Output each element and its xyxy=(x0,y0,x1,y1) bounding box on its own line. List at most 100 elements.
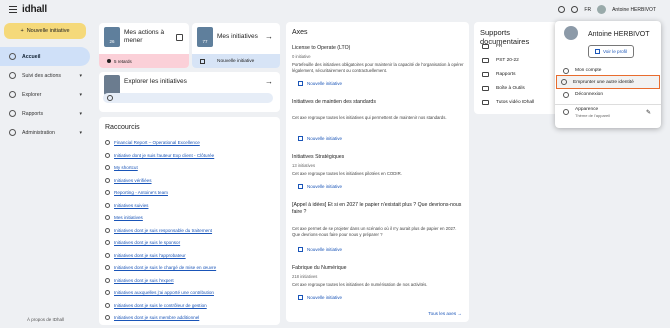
shortcut-link[interactable]: Reporting - Antoine's team xyxy=(105,190,168,195)
support-label: Boîte à Outils xyxy=(496,86,525,91)
axe-count: 0 initiative xyxy=(292,54,311,59)
explore-image xyxy=(104,75,120,95)
about-link[interactable]: À propos de IDhall xyxy=(27,317,64,322)
shortcut-link[interactable]: Initiatives dont je suis l'expert xyxy=(105,277,174,283)
shortcut-link[interactable]: Initiatives dont je suis le contrôleur d… xyxy=(105,302,207,308)
arrow-right-icon[interactable]: → xyxy=(265,32,273,41)
late-actions-footer[interactable]: 5 retards xyxy=(99,54,189,68)
actions-title: Mes actions à mener xyxy=(124,29,165,44)
globe-icon[interactable] xyxy=(571,6,579,13)
shortcut-icon xyxy=(105,315,110,320)
actions-counter: 26 xyxy=(104,27,120,47)
shortcut-label: Initiatives dont je suis l'expert xyxy=(114,277,174,283)
sidebar-item-explorer[interactable]: Explorer ▾ xyxy=(0,85,90,104)
chevron-down-icon: ▾ xyxy=(79,91,82,98)
shortcut-icon xyxy=(105,252,110,258)
support-folder-item[interactable]: Rapports xyxy=(482,72,515,77)
support-folder-item[interactable]: Tutos vidéo IDhall xyxy=(482,100,534,105)
shortcut-link[interactable]: Initiatives dont je suis membre addition… xyxy=(105,315,199,320)
document-icon xyxy=(298,136,303,141)
logout-item[interactable]: Déconnexion xyxy=(559,88,657,101)
support-folder-item[interactable]: FR xyxy=(482,44,502,49)
shortcuts-card: Raccourcis Financial Report – Operationa… xyxy=(99,117,280,325)
document-icon xyxy=(200,58,205,64)
sidebar-item-label: Suivi des actions xyxy=(22,72,61,79)
user-avatar[interactable] xyxy=(597,5,607,14)
appearance-text: Apparence Thème de l'appareil xyxy=(575,107,610,118)
sidebar-item-accueil[interactable]: Accueil xyxy=(0,47,90,66)
all-axes-link[interactable]: Tous les axes → xyxy=(428,311,462,316)
sidebar: + Nouvelle initiative Accueil Suivi des … xyxy=(0,20,94,328)
axe-description: Cet axe regroupe toutes les initiatives … xyxy=(292,115,447,120)
appearance-sublabel: Thème de l'appareil xyxy=(575,113,611,118)
axe-count: 13 initiatives xyxy=(292,163,316,168)
shortcut-icon xyxy=(105,140,110,145)
compass-icon xyxy=(9,91,16,98)
swap-user-icon xyxy=(561,79,567,85)
new-initiative-link[interactable]: Nouvelle initiative xyxy=(298,81,342,86)
menu-icon[interactable] xyxy=(9,6,17,13)
axe-title[interactable]: License to Operate (LTO) xyxy=(292,45,462,52)
shortcut-link[interactable]: Initiatives vérifiées xyxy=(105,177,152,183)
axe-title[interactable]: Initiatives Stratégiques xyxy=(292,154,462,161)
appearance-item[interactable]: Apparence Thème de l'appareil ✎ xyxy=(559,107,657,123)
axes-title: Axes xyxy=(292,29,308,36)
sidebar-item-administration[interactable]: Administration ▾ xyxy=(0,123,90,142)
shortcut-link[interactable]: Initiatives auxquelles j'ai apporté une … xyxy=(105,290,214,295)
shortcut-link[interactable]: Initiatives dont je suis l'approbateur xyxy=(105,252,186,258)
sidebar-item-rapports[interactable]: Rapports ▾ xyxy=(0,104,90,123)
app-logo[interactable]: idhall xyxy=(22,4,47,15)
shortcut-icon xyxy=(105,202,110,208)
user-menu-popup: Antoine HERBIVOT Voir le profil Mon comp… xyxy=(555,21,661,128)
sidebar-item-label: Rapports xyxy=(22,110,44,117)
shortcut-link[interactable]: Initiatives suivies xyxy=(105,202,148,208)
shortcut-link[interactable]: Initiatives dont je suis le chargé de mi… xyxy=(105,265,216,270)
shortcut-link[interactable]: My shortcut xyxy=(105,165,138,170)
report-icon xyxy=(9,110,16,117)
power-icon xyxy=(563,91,569,98)
search-input[interactable] xyxy=(103,93,273,103)
shortcut-link[interactable]: Initiative dont je suis l'auteur Exp cli… xyxy=(105,152,214,158)
support-folder-item[interactable]: PST 20-22 xyxy=(482,58,519,63)
support-folder-item[interactable]: Boîte à Outils xyxy=(482,86,525,91)
user-avatar xyxy=(564,26,578,40)
search-icon[interactable] xyxy=(558,6,566,13)
impersonate-item[interactable]: Emprunter une autre identité xyxy=(556,75,660,89)
user-name[interactable]: Antoine HERBIVOT xyxy=(612,7,656,13)
shortcut-link[interactable]: Financial Report – Operational Excellenc… xyxy=(105,140,200,145)
sidebar-item-label: Explorer xyxy=(22,91,42,98)
axe-title[interactable]: Initiatives de maintien des standards xyxy=(292,99,462,106)
new-initiative-link[interactable]: Nouvelle initiative xyxy=(298,184,342,189)
shortcut-label: Initiatives dont je suis le contrôleur d… xyxy=(114,302,207,308)
link-label: Nouvelle initiative xyxy=(307,247,343,252)
shortcut-link[interactable]: Initiatives dont je suis responsable du … xyxy=(105,227,212,233)
new-initiative-footer[interactable]: Nouvelle initiative xyxy=(192,54,280,68)
language-label[interactable]: FR xyxy=(584,7,591,13)
folder-icon xyxy=(482,100,489,105)
shortcut-icon xyxy=(105,215,110,220)
axe-title[interactable]: Fabrique du Numérique xyxy=(292,265,462,272)
calendar-icon[interactable] xyxy=(176,34,183,41)
edit-pencil-icon[interactable]: ✎ xyxy=(646,109,651,116)
all-axes-label: Tous les axes xyxy=(428,311,457,316)
axe-count: 218 initiatives xyxy=(292,274,318,279)
plus-icon: + xyxy=(20,28,24,34)
new-initiative-link[interactable]: Nouvelle initiative xyxy=(298,247,342,252)
arrow-right-icon[interactable]: → xyxy=(265,77,273,86)
chevron-down-icon: ▾ xyxy=(79,72,82,79)
new-initiative-button[interactable]: + Nouvelle initiative xyxy=(4,23,86,39)
home-icon xyxy=(9,53,16,60)
new-initiative-link[interactable]: Nouvelle initiative xyxy=(298,295,342,300)
axe-title[interactable]: [Appel à idées] Et si en 2027 le papier … xyxy=(292,202,462,216)
actions-tile[interactable]: 26 Mes actions à mener 5 retards xyxy=(99,23,189,68)
support-label: Tutos vidéo IDhall xyxy=(496,100,535,105)
new-initiative-link[interactable]: Nouvelle initiative xyxy=(298,136,342,141)
view-profile-button[interactable]: Voir le profil xyxy=(588,45,634,58)
document-icon xyxy=(298,81,303,86)
sidebar-item-suivi[interactable]: Suivi des actions ▾ xyxy=(0,66,90,85)
axe-description: Cet axe regroupe toutes les initiatives … xyxy=(292,282,428,287)
shortcut-link[interactable]: Mes initiatives xyxy=(105,215,143,220)
initiatives-tile[interactable]: 77 Mes initiatives → Nouvelle initiative xyxy=(192,23,280,68)
shortcut-link[interactable]: Initiatives dont je suis le sponsor xyxy=(105,240,180,245)
initiatives-counter: 77 xyxy=(197,27,213,47)
